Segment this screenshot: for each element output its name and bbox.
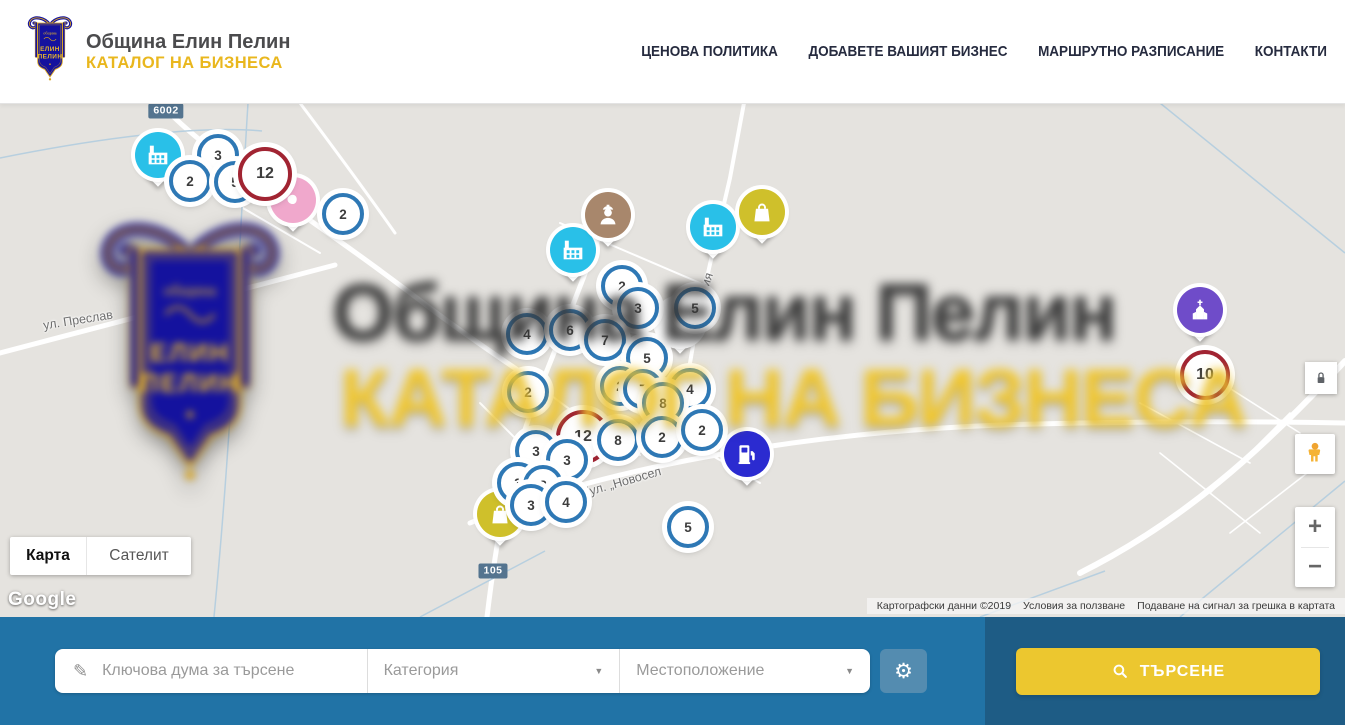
church-icon: [1177, 287, 1223, 333]
chevron-down-icon: ▼: [845, 666, 854, 676]
location-select-value: Местоположение: [636, 662, 764, 680]
cluster-marker[interactable]: 7: [584, 319, 626, 361]
cluster-marker[interactable]: 12: [238, 147, 292, 201]
site-logo[interactable]: община ЕЛИН ПЕЛИН Община Елин Пелин КАТА…: [24, 15, 290, 89]
chevron-down-icon: ▼: [594, 666, 603, 676]
svg-text:ЕЛИН: ЕЛИН: [40, 45, 60, 52]
nav-add-your-business[interactable]: ДОБАВЕТЕ ВАШИЯТ БИЗНЕС: [809, 43, 1008, 60]
site-subtitle: КАТАЛОГ НА БИЗНЕСА: [86, 54, 290, 73]
cluster-marker[interactable]: 5: [667, 506, 709, 548]
zoom-control: + −: [1295, 507, 1335, 587]
cluster-marker[interactable]: 5: [674, 287, 716, 329]
main-nav: ЦЕНОВА ПОЛИТИКА ДОБАВЕТЕ ВАШИЯТ БИЗНЕС М…: [641, 43, 1327, 60]
zoom-in-button[interactable]: +: [1295, 507, 1335, 547]
cluster-marker[interactable]: 2: [322, 193, 364, 235]
search-button[interactable]: ТЪРСЕНЕ: [1016, 648, 1320, 695]
pegman-icon: [1302, 441, 1328, 467]
report-error-link[interactable]: Подаване на сигнал за грешка в картата: [1131, 600, 1341, 612]
fullscreen-lock-button[interactable]: [1305, 362, 1337, 394]
keyword-field-wrap: ✎: [55, 649, 367, 693]
terms-link[interactable]: Условия за ползване: [1017, 600, 1131, 612]
cluster-marker[interactable]: 2: [681, 409, 723, 451]
pencil-icon: ✎: [73, 661, 88, 682]
worker-pin[interactable]: [585, 192, 631, 252]
gear-icon: ⚙: [894, 659, 913, 684]
map-canvas[interactable]: 6002105ул. Преславбул. „Новоселция: [0, 103, 1345, 617]
shopping-bag-icon: [739, 189, 785, 235]
category-select-value: Категория: [384, 662, 459, 680]
lock-icon: [1311, 368, 1331, 388]
keyword-input[interactable]: [100, 661, 366, 681]
svg-text:ПЕЛИН: ПЕЛИН: [38, 53, 63, 60]
map-type-map-button[interactable]: Карта: [10, 537, 86, 575]
factory-icon: [690, 204, 736, 250]
cluster-marker[interactable]: 4: [545, 481, 587, 523]
nav-pricing-policy[interactable]: ЦЕНОВА ПОЛИТИКА: [641, 43, 778, 60]
cluster-marker[interactable]: 2: [169, 160, 211, 202]
zoom-out-button[interactable]: −: [1295, 548, 1335, 588]
search-fields: ✎ Категория ▼ Местоположение ▼: [55, 649, 870, 693]
site-header: община ЕЛИН ПЕЛИН Община Елин Пелин КАТА…: [0, 0, 1345, 104]
map-type-control: Карта Сателит: [10, 537, 191, 575]
nav-route-schedule[interactable]: МАРШРУТНО РАЗПИСАНИЕ: [1038, 43, 1224, 60]
fuel-pin[interactable]: [724, 431, 770, 491]
map-copyright: Картографски данни ©2019: [871, 600, 1017, 612]
church-pin[interactable]: [1177, 287, 1223, 347]
category-select[interactable]: Категория ▼: [367, 649, 620, 693]
google-logo[interactable]: Google: [8, 589, 76, 611]
fuel-icon: [724, 431, 770, 477]
site-title: Община Елин Пелин: [86, 31, 290, 54]
cluster-marker[interactable]: 2: [641, 416, 683, 458]
svg-text:община: община: [43, 30, 56, 35]
worker-icon: [585, 192, 631, 238]
search-bar: ✎ Категория ▼ Местоположение ▼ ⚙ ТЪРСЕНЕ: [0, 617, 1345, 725]
search-button-label: ТЪРСЕНЕ: [1140, 663, 1225, 681]
road-shield-label: 105: [478, 564, 507, 579]
municipality-emblem-icon: община ЕЛИН ПЕЛИН: [24, 15, 76, 89]
location-select[interactable]: Местоположение ▼: [619, 649, 870, 693]
road-shield-label: 6002: [148, 104, 183, 119]
map-attribution: Картографски данни ©2019 Условия за полз…: [867, 598, 1345, 614]
cluster-marker[interactable]: 2: [507, 371, 549, 413]
cluster-marker[interactable]: 4: [506, 313, 548, 355]
factory-pin[interactable]: [690, 204, 736, 264]
shopping-bag-pin[interactable]: [739, 189, 785, 249]
nav-contacts[interactable]: КОНТАКТИ: [1255, 43, 1327, 60]
cluster-marker[interactable]: 8: [597, 419, 639, 461]
search-icon: [1111, 662, 1130, 681]
pegman-button[interactable]: [1295, 434, 1335, 474]
advanced-settings-button[interactable]: ⚙: [880, 649, 927, 693]
cluster-marker[interactable]: 3: [617, 287, 659, 329]
page: община ЕЛИН ПЕЛИН Община Елин Пелин КАТА…: [0, 0, 1345, 725]
map-type-satellite-button[interactable]: Сателит: [86, 537, 191, 575]
cluster-marker[interactable]: 10: [1180, 350, 1230, 400]
